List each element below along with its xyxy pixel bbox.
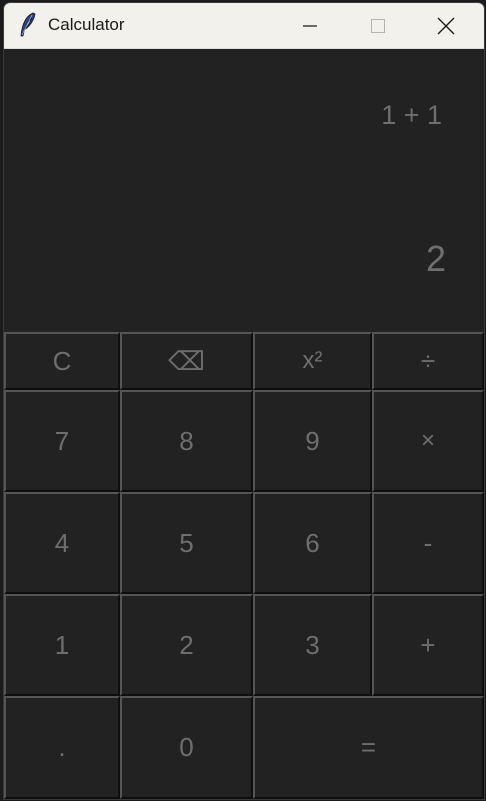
maximize-button[interactable]	[345, 3, 411, 48]
title-bar[interactable]: Calculator	[4, 3, 484, 49]
calculator-display: 1 + 1 2	[4, 49, 484, 332]
digit-6-button[interactable]: 6	[253, 492, 372, 594]
result-label: 2	[425, 238, 446, 279]
divide-button[interactable]: ÷	[372, 332, 484, 390]
minimize-button[interactable]	[277, 3, 343, 48]
minimize-icon	[303, 24, 317, 27]
expression-label: 1 + 1	[381, 100, 442, 130]
digit-3-button[interactable]: 3	[253, 594, 372, 696]
feather-icon	[20, 12, 36, 37]
close-icon	[437, 17, 455, 34]
digit-5-button[interactable]: 5	[120, 492, 253, 594]
clear-button[interactable]: C	[4, 332, 120, 390]
square-button[interactable]: x²	[253, 332, 372, 390]
add-button[interactable]: +	[372, 594, 484, 696]
subtract-button[interactable]: -	[372, 492, 484, 594]
equals-button[interactable]: =	[253, 696, 484, 799]
digit-7-button[interactable]: 7	[4, 390, 120, 492]
calculator-window: Calculator 1 + 1 2 C ⌫ x² ÷ 7 8 9 × 4 5 …	[3, 2, 485, 800]
digit-1-button[interactable]: 1	[4, 594, 120, 696]
multiply-button[interactable]: ×	[372, 390, 484, 492]
backspace-button[interactable]: ⌫	[120, 332, 253, 390]
digit-2-button[interactable]: 2	[120, 594, 253, 696]
digit-4-button[interactable]: 4	[4, 492, 120, 594]
window-title: Calculator	[48, 15, 125, 34]
decimal-button[interactable]: .	[4, 696, 120, 799]
digit-0-button[interactable]: 0	[120, 696, 253, 799]
close-button[interactable]	[413, 3, 479, 48]
digit-9-button[interactable]: 9	[253, 390, 372, 492]
maximize-icon	[371, 18, 385, 33]
keypad: C ⌫ x² ÷ 7 8 9 × 4 5 6 - 1 2 3 + . 0 =	[4, 332, 484, 799]
digit-8-button[interactable]: 8	[120, 390, 253, 492]
